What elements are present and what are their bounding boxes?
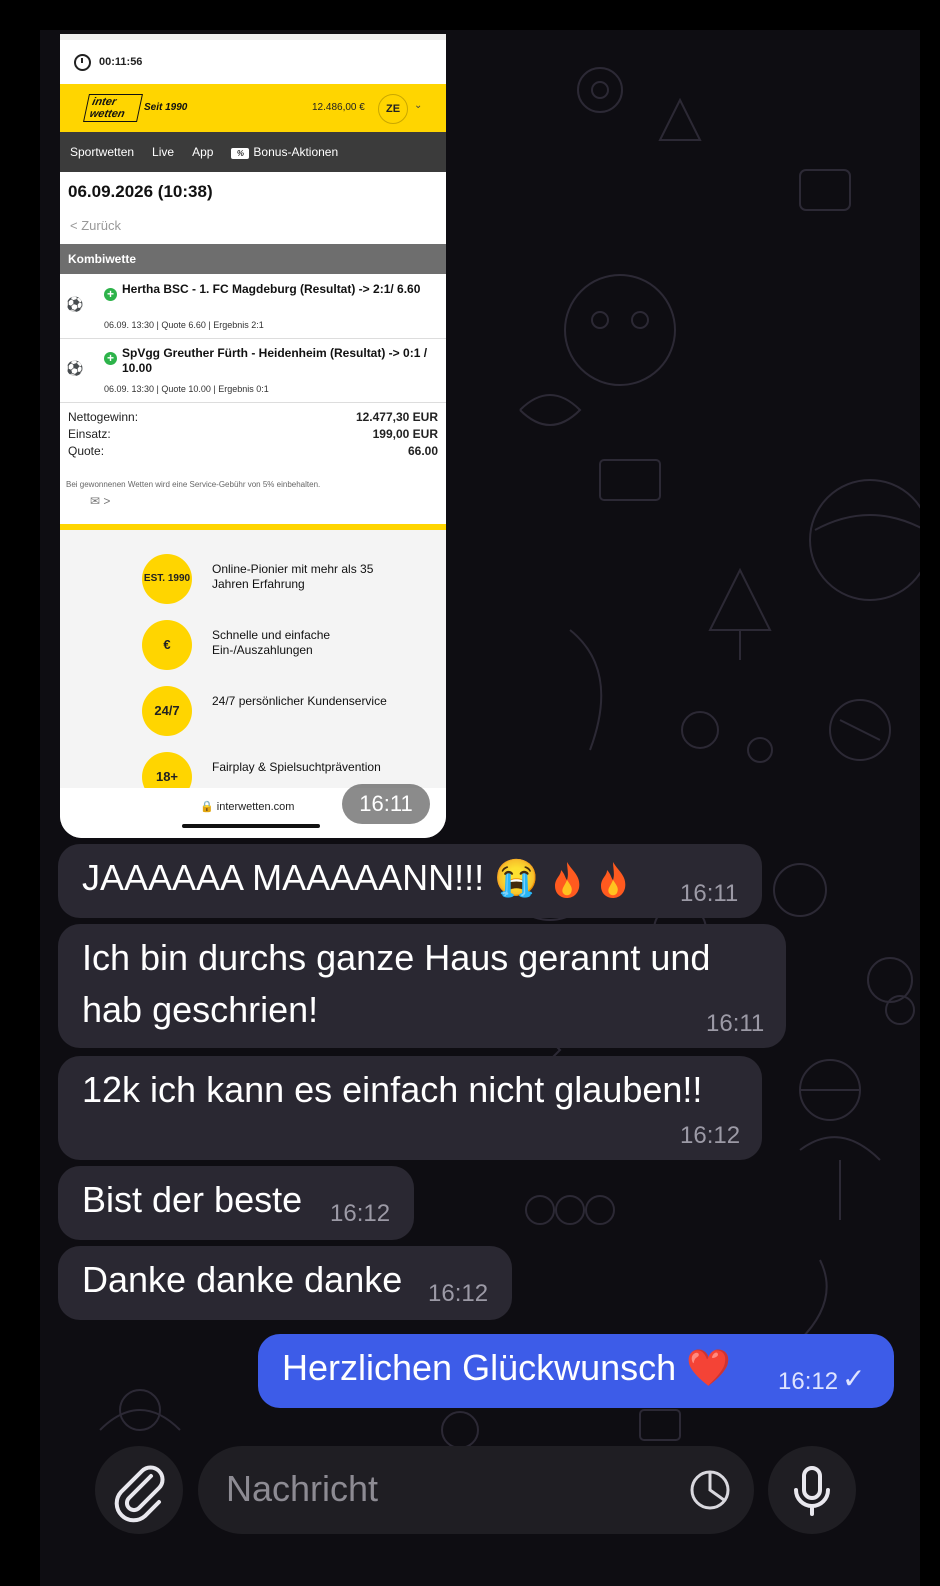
lock-icon: 🔒 xyxy=(200,801,214,813)
right-frame xyxy=(920,0,940,1586)
mail-icon: ✉ > xyxy=(90,494,111,508)
feature-item: EST. 1990 Online-Pionier mit mehr als 35… xyxy=(142,554,442,610)
feature-list: EST. 1990 Online-Pionier mit mehr als 35… xyxy=(60,530,446,802)
feature-item: € Schnelle und einfache Ein-/Auszahlunge… xyxy=(142,620,442,676)
message-text: 12k ich kann es einfach nicht glauben!! xyxy=(82,1069,703,1110)
fee-note: Bei gewonnenen Wetten wird eine Service-… xyxy=(66,480,321,489)
summary-stake: Einsatz: 199,00 EUR xyxy=(68,427,438,441)
message-text: Herzlichen Glückwunsch ❤️ xyxy=(282,1347,731,1388)
est-badge-icon: EST. 1990 xyxy=(142,554,192,604)
status-bar: 00:11:56 xyxy=(60,34,446,84)
leg-meta: 06.09. 13:30 | Quote 10.00 | Ergebnis 0:… xyxy=(104,384,269,394)
microphone-icon xyxy=(794,1466,830,1516)
nav-sportwetten: Sportwetten xyxy=(70,145,135,159)
nav-app: App xyxy=(192,145,214,159)
football-icon: ⚽ xyxy=(66,296,84,312)
football-icon: ⚽ xyxy=(66,360,84,376)
account-balance: 12.486,00 € xyxy=(312,102,365,113)
voice-record-button[interactable] xyxy=(768,1446,856,1534)
message-bubble-outgoing[interactable]: Herzlichen Glückwunsch ❤️ 16:12 ✓ xyxy=(258,1334,894,1408)
fire-emoji-icon xyxy=(601,862,626,899)
since-label: Seit 1990 xyxy=(144,102,188,113)
attach-button[interactable] xyxy=(95,1446,183,1534)
message-text-line2: hab geschrien! xyxy=(82,989,319,1030)
read-check-icon: ✓ xyxy=(842,1363,866,1394)
message-bubble-incoming[interactable]: JAAAAAA MAAAAANN!!! 😭 16:11 xyxy=(58,844,762,918)
fire-emoji-icon xyxy=(554,862,580,899)
message-bubble-incoming[interactable]: Danke danke danke 16:12 xyxy=(58,1246,512,1320)
sticker-icon[interactable] xyxy=(688,1468,732,1512)
message-text: Danke danke danke xyxy=(82,1259,403,1300)
won-plus-icon: + xyxy=(104,352,117,365)
summary-odds: Quote: 66.00 xyxy=(68,444,438,458)
avatar: ZE xyxy=(378,94,408,124)
url-text: interwetten.com xyxy=(216,801,295,813)
bet-type-header: Kombiwette xyxy=(60,244,446,274)
bet-date: 06.09.2026 (10:38) xyxy=(68,182,213,201)
message-time: 16:11 xyxy=(680,880,739,907)
leg-title: Hertha BSC - 1. FC Magdeburg (Resultat) … xyxy=(122,282,421,296)
won-plus-icon: + xyxy=(104,288,117,301)
image-timestamp: 16:11 xyxy=(342,784,430,824)
message-bubble-incoming[interactable]: Bist der beste 16:12 xyxy=(58,1166,414,1240)
leg-meta: 06.09. 13:30 | Quote 6.60 | Ergebnis 2:1 xyxy=(104,320,264,330)
chevron-down-icon: ⌄ xyxy=(414,100,423,111)
message-time: 16:12 xyxy=(778,1368,839,1395)
clock-24-icon: 24/7 xyxy=(142,686,192,736)
clock-icon xyxy=(74,53,91,71)
paperclip-icon xyxy=(114,1465,165,1523)
message-time: 16:12 xyxy=(428,1280,489,1307)
bookmaker-logo: inter wetten xyxy=(83,94,143,122)
home-indicator xyxy=(182,824,320,828)
left-frame xyxy=(0,0,40,1586)
message-input-placeholder: Nachricht xyxy=(226,1468,379,1509)
feature-item: 24/7 24/7 persönlicher Kundenservice xyxy=(142,686,442,742)
message-bubble-incoming[interactable]: Ich bin durchs ganze Haus gerannt und ha… xyxy=(58,924,786,1048)
message-text-line1: Ich bin durchs ganze Haus gerannt und xyxy=(82,937,711,978)
message-bubble-incoming[interactable]: 12k ich kann es einfach nicht glauben!! … xyxy=(58,1056,762,1160)
payment-hand-icon: € xyxy=(142,620,192,670)
message-time: 16:11 xyxy=(706,1010,765,1037)
message-time: 16:12 xyxy=(330,1200,391,1227)
bonus-icon: % xyxy=(231,148,250,159)
message-time: 16:12 xyxy=(680,1122,741,1149)
status-time: 00:11:56 xyxy=(99,56,143,68)
message-text: Bist der beste xyxy=(82,1179,303,1220)
summary-net-win: Nettogewinn: 12.477,30 EUR xyxy=(68,410,438,424)
bet-leg: ⚽ + Hertha BSC - 1. FC Magdeburg (Result… xyxy=(60,276,446,339)
back-link: < Zurück xyxy=(70,218,121,233)
leg-title: SpVgg Greuther Fürth - Heidenheim (Resul… xyxy=(122,346,428,375)
bookmaker-nav: Sportwetten Live App % Bonus-Aktionen xyxy=(60,132,446,172)
bet-leg: ⚽ + SpVgg Greuther Fürth - Heidenheim (R… xyxy=(60,340,446,403)
message-text: JAAAAAA MAAAAANN!!! 😭 xyxy=(82,857,539,898)
bet-screenshot-image[interactable]: 00:11:56 inter wetten Seit 1990 12.486,00… xyxy=(60,34,446,838)
nav-live: Live xyxy=(152,145,175,159)
nav-bonus: % Bonus-Aktionen xyxy=(231,145,356,159)
message-input[interactable]: Nachricht xyxy=(198,1446,754,1534)
